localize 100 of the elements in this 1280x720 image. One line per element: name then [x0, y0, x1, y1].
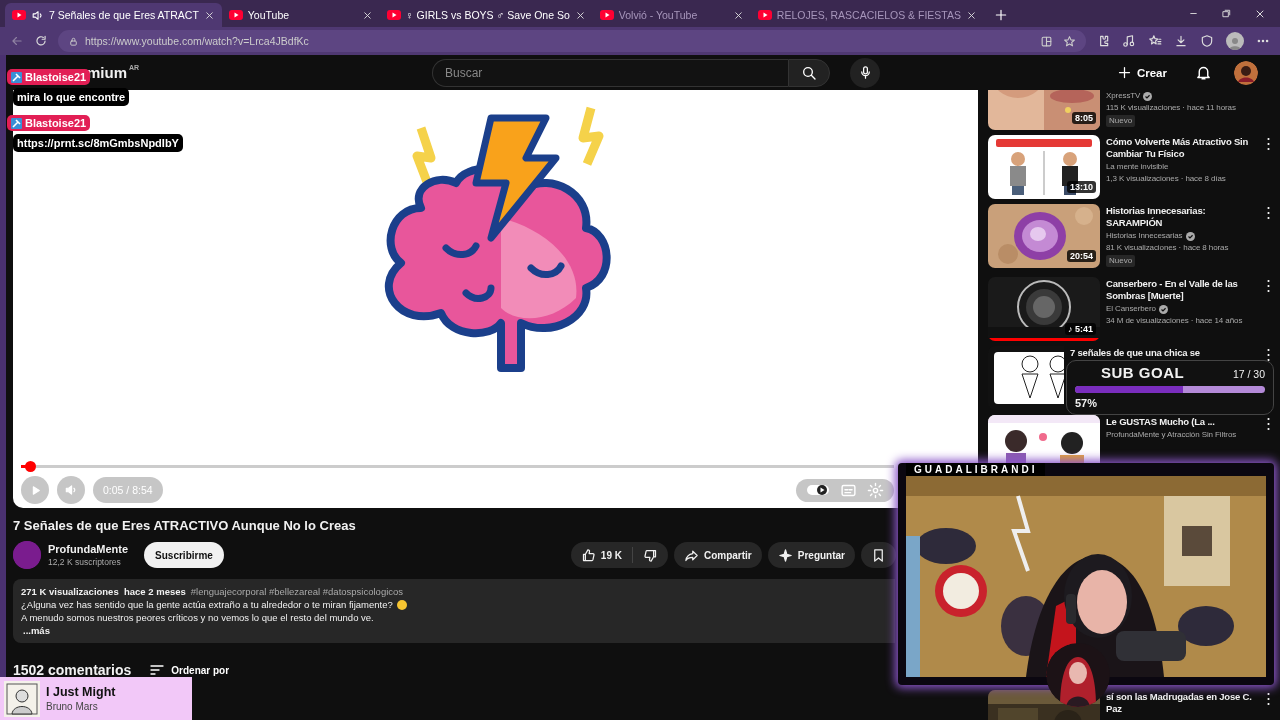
thumbs-up-icon	[580, 547, 596, 563]
new-badge: Nuevo	[1106, 115, 1136, 127]
download-icon	[1174, 34, 1188, 48]
chat-message: mira lo que encontre	[13, 88, 130, 106]
song-artist: Bruno Mars	[46, 701, 99, 712]
music-icon	[1122, 34, 1136, 48]
chat-message: https://prnt.sc/8mGmbsNpdIbY	[13, 134, 183, 152]
browser-tab[interactable]: YouTube	[221, 3, 380, 27]
sort-button[interactable]: Ordenar por	[143, 661, 236, 679]
channel-name[interactable]: XpressTV	[1106, 91, 1141, 101]
search-field[interactable]: Buscar	[432, 58, 788, 87]
channel-name[interactable]: ProfundaMente y Atracción Sin Filtros	[1106, 430, 1237, 440]
kebab-menu-icon	[1267, 349, 1270, 361]
browser-tab[interactable]: ♀ GIRLS vs BOYS ♂ Save One So	[379, 3, 593, 27]
hammer-icon	[11, 71, 22, 83]
thumbs-down-icon	[642, 547, 658, 563]
settings-icon	[867, 481, 884, 499]
video-title[interactable]: Canserbero - En el Valle de las Sombras [Muerte]	[1106, 278, 1254, 302]
browser-tab[interactable]: 7 Señales de que Eres ATRACT	[5, 3, 222, 27]
lock-icon	[68, 35, 79, 47]
browser-tab[interactable]: RELOJES, RASCACIELOS & FIESTAS	[750, 3, 984, 27]
create-button[interactable]: Crear	[1110, 64, 1173, 81]
channel-name[interactable]: ProfundaMente	[48, 543, 129, 555]
mic-button[interactable]	[850, 57, 880, 88]
video-title[interactable]: Historias Innecesarias: SARAMPIÓN	[1106, 205, 1254, 229]
kebab-menu-icon	[1267, 280, 1270, 292]
description-text: ¿Alguna vez has sentido que la gente actúa extraño a tu alrededor o te miran fijamente?	[21, 598, 393, 611]
goal-percent: 57%	[1075, 397, 1099, 410]
subscriber-count: 12,2 K suscriptores	[48, 557, 122, 567]
ask-button[interactable]: Preguntar	[767, 542, 855, 568]
video-meta: 81 K visualizaciones · hace 8 horas	[1106, 243, 1230, 253]
profile-icon[interactable]	[1226, 32, 1244, 50]
search-icon	[801, 64, 817, 81]
address-bar[interactable]: https://www.youtube.com/watch?v=Lrca4JBdfKc	[58, 30, 1086, 52]
autoplay-toggle[interactable]	[806, 483, 830, 497]
restore-icon	[1221, 8, 1232, 19]
channel-name[interactable]: El Canserbero	[1106, 304, 1156, 314]
duration-label: 8:05	[1072, 112, 1096, 124]
play-icon	[757, 10, 772, 20]
play-icon	[599, 10, 614, 20]
browser-tab[interactable]: Volvió - YouTube	[592, 3, 751, 27]
avatar-icon[interactable]	[1234, 60, 1258, 85]
close-icon	[574, 9, 586, 21]
video-title[interactable]: sí son las Madrugadas en Jose C. Paz	[1106, 691, 1254, 715]
goal-count: 17 / 30	[1232, 368, 1265, 380]
song-title: I Just Might	[46, 685, 116, 699]
share-button[interactable]: Compartir	[673, 542, 762, 568]
scrubber-handle[interactable]	[24, 461, 36, 472]
search-button[interactable]	[788, 58, 830, 87]
video-meta: 34 M de visualizaciones · hace 14 años	[1106, 316, 1244, 326]
duration-label: 20:54	[1066, 250, 1096, 262]
bookmark-icon	[871, 547, 886, 563]
description-text: A menudo somos nuestros peores críticos y no vemos lo que el resto del mundo ve.	[21, 611, 374, 624]
subscribe-button[interactable]: Suscribirme	[144, 542, 224, 568]
sparkle-icon	[777, 547, 793, 563]
channel-name[interactable]: La mente invisible	[1106, 162, 1169, 172]
kebab-menu-icon	[1267, 693, 1270, 705]
kebab-menu-icon	[1267, 418, 1270, 430]
video-title[interactable]: 7 señales de que una chica se	[1070, 347, 1218, 359]
speaker-icon	[31, 8, 44, 22]
hammer-icon	[11, 117, 22, 129]
sort-icon	[149, 662, 166, 678]
comment-count: 1502 comentarios	[13, 662, 132, 678]
kebab-menu-icon	[1267, 138, 1270, 150]
close-icon	[732, 9, 744, 21]
new-badge: Nuevo	[1106, 255, 1136, 267]
close-icon	[361, 9, 373, 21]
video-meta: 1,3 K visualizaciones · hace 8 días	[1106, 174, 1227, 184]
back-icon	[10, 34, 24, 48]
save-button[interactable]	[861, 542, 896, 568]
goal-title: SUB GOAL	[1101, 364, 1185, 382]
plus-icon	[994, 8, 1008, 22]
video-meta: 115 K visualizaciones · hace 11 horas	[1106, 103, 1237, 113]
plus-icon	[1116, 65, 1132, 80]
hashtags[interactable]: #lenguajecorporal #bellezareal #datospsicologicos	[190, 585, 404, 598]
close-icon	[966, 9, 977, 21]
streamer-name: GUADALIBRANDI	[906, 463, 1046, 476]
play-icon	[386, 10, 401, 20]
bell-icon	[1195, 64, 1212, 81]
video-title[interactable]: Cómo Volverte Más Atractivo Sin Cambiar Tu Físico	[1106, 136, 1254, 160]
close-icon	[203, 9, 215, 21]
description-panel[interactable]	[13, 579, 895, 643]
video-title: 7 Señales de que Eres ATRACTIVO Aunque No lo Creas	[13, 518, 357, 533]
speaker-icon	[64, 483, 78, 497]
play-icon	[12, 10, 26, 20]
emoji-icon	[396, 599, 407, 610]
kebab-menu-icon	[1267, 207, 1270, 219]
duration-label: 13:10	[1066, 181, 1096, 193]
duration-label: ♪ 5:41	[1065, 323, 1096, 335]
split-screen-icon	[1040, 34, 1053, 48]
star-icon	[1063, 34, 1076, 48]
view-stats: 271 K visualizaciones hace 2 meses	[21, 585, 186, 598]
favorites-icon	[1148, 34, 1162, 48]
channel-name[interactable]: Historias Innecesarias	[1106, 231, 1183, 241]
more-link[interactable]: ...más	[21, 624, 50, 637]
play-icon	[228, 10, 243, 20]
chat-username: Blastoise21	[7, 115, 91, 131]
shield-icon	[1200, 34, 1214, 48]
video-title[interactable]: Le GUSTAS Mucho (La ...	[1106, 416, 1254, 428]
reload-icon	[34, 34, 48, 48]
